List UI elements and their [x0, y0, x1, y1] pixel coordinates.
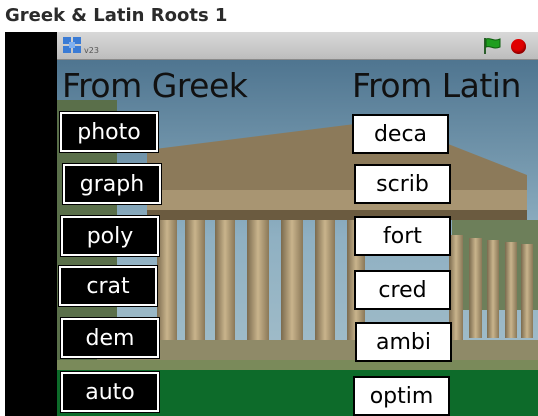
player-frame: v23 From Greek From Latin photo graph po… — [5, 32, 538, 416]
green-flag-icon[interactable] — [482, 37, 502, 55]
greek-root-auto[interactable]: auto — [60, 371, 160, 413]
page-title: Greek & Latin Roots 1 — [5, 5, 228, 26]
greek-root-crat[interactable]: crat — [58, 265, 158, 307]
latin-root-fort[interactable]: fort — [354, 216, 451, 256]
scratch-logo-icon — [63, 37, 81, 53]
greek-root-photo[interactable]: photo — [59, 111, 159, 153]
greek-root-poly[interactable]: poly — [60, 215, 160, 257]
greek-root-dem[interactable]: dem — [60, 317, 160, 359]
stop-icon[interactable] — [511, 39, 526, 54]
from-greek-heading: From Greek — [62, 66, 248, 105]
latin-root-cred[interactable]: cred — [354, 270, 451, 310]
latin-root-scrib[interactable]: scrib — [354, 164, 451, 204]
greek-root-graph[interactable]: graph — [62, 163, 162, 205]
from-latin-heading: From Latin — [352, 66, 521, 105]
latin-root-ambi[interactable]: ambi — [355, 322, 452, 362]
version-label: v23 — [84, 46, 99, 55]
latin-root-deca[interactable]: deca — [352, 114, 449, 154]
player-toolbar: v23 — [57, 32, 538, 60]
latin-root-optim[interactable]: optim — [353, 376, 450, 416]
